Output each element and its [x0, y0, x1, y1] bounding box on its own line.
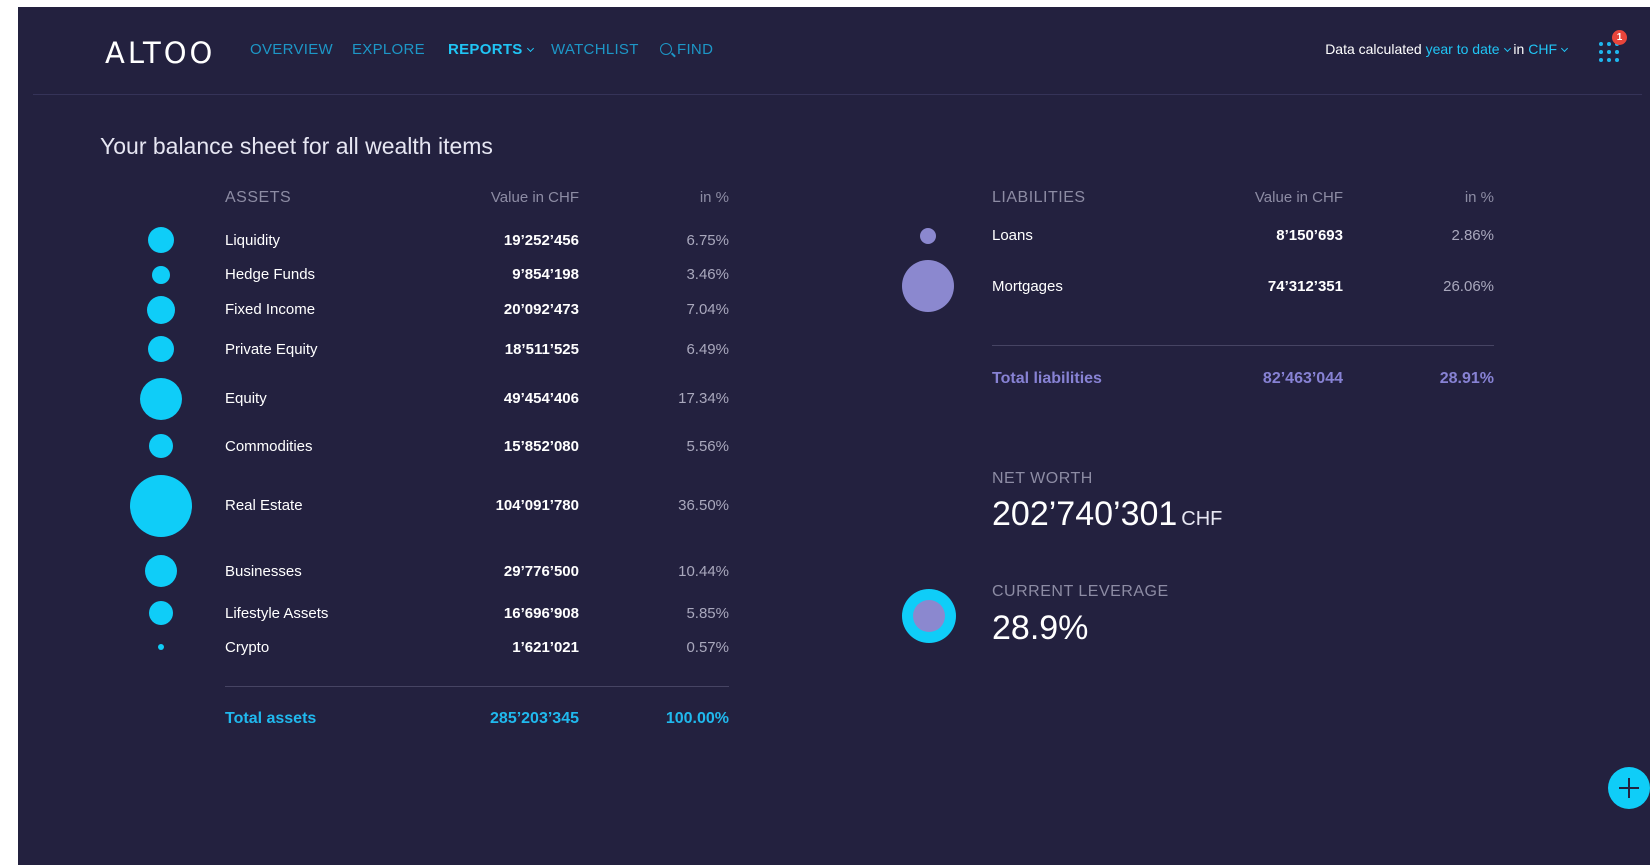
table-row[interactable]: Businesses 29’776’500 10.44% [18, 563, 738, 583]
asset-value: 1’621’021 [512, 639, 579, 656]
asset-name: Private Equity [225, 341, 318, 358]
nav-overview[interactable]: OVERVIEW [250, 41, 333, 58]
net-worth-value: 202’740’301 [992, 495, 1178, 533]
nav-watchlist[interactable]: WATCHLIST [551, 41, 639, 58]
leverage-donut-inner [913, 600, 945, 632]
total-liabilities-pct: 28.91% [1439, 370, 1494, 387]
asset-pct: 5.85% [686, 605, 729, 622]
total-assets-label: Total assets [225, 710, 317, 727]
calc-prefix: Data calculated [1325, 41, 1422, 57]
chevron-down-icon [1503, 44, 1511, 53]
asset-pct: 7.04% [686, 301, 729, 318]
table-row[interactable]: Private Equity 18’511’525 6.49% [18, 341, 738, 361]
nav-reports[interactable]: REPORTS [448, 41, 534, 58]
liabilities-pct-header: in % [1464, 189, 1494, 206]
table-row[interactable]: Real Estate 104’091’780 36.50% [18, 497, 738, 517]
asset-value: 18’511’525 [504, 341, 579, 358]
asset-pct: 6.49% [686, 341, 729, 358]
liabilities-total-divider [992, 345, 1494, 346]
chevron-down-icon [1560, 44, 1569, 53]
liability-value: 8’150’693 [1276, 227, 1343, 244]
asset-name: Crypto [225, 639, 270, 656]
asset-name: Real Estate [225, 497, 303, 514]
assets-pct-header: in % [699, 189, 729, 206]
table-row[interactable]: Mortgages 74’312’351 26.06% [18, 278, 1518, 298]
nav-find-label: FIND [677, 41, 714, 58]
liability-value: 74’312’351 [1267, 278, 1343, 295]
asset-name: Lifestyle Assets [225, 605, 329, 622]
notification-badge[interactable]: 1 [1612, 30, 1627, 45]
net-worth-label: NET WORTH [992, 470, 1093, 487]
asset-pct: 10.44% [678, 563, 729, 580]
total-liabilities-label: Total liabilities [992, 370, 1102, 387]
leverage-donut [902, 589, 956, 643]
asset-name: Equity [225, 390, 267, 407]
total-assets-value: 285’203’345 [490, 710, 579, 727]
search-icon [660, 43, 672, 55]
data-calculation-settings: Data calculated year to date in CHF [1325, 41, 1569, 57]
asset-value: 49’454’406 [503, 390, 579, 407]
nav-find[interactable]: FIND [660, 41, 713, 58]
page-title: Your balance sheet for all wealth items [100, 133, 493, 159]
chevron-down-icon [526, 44, 534, 53]
nav-reports-label: REPORTS [448, 41, 523, 58]
liabilities-value-header: Value in CHF [1254, 189, 1343, 206]
current-leverage-value: 28.9% [992, 609, 1089, 647]
currency-select-label: CHF [1528, 41, 1557, 57]
asset-value: 16’696’908 [503, 605, 579, 622]
asset-value: 29’776’500 [503, 563, 579, 580]
total-assets-pct: 100.00% [665, 710, 729, 727]
liabilities-heading: LIABILITIES [992, 189, 1086, 206]
assets-total-divider [225, 686, 729, 687]
asset-name: Commodities [225, 438, 313, 455]
asset-name: Businesses [225, 563, 302, 580]
asset-pct: 0.57% [686, 639, 729, 656]
asset-name: Fixed Income [225, 301, 316, 318]
table-row[interactable]: Commodities 15’852’080 5.56% [18, 438, 738, 458]
asset-value: 15’852’080 [503, 438, 579, 455]
table-row[interactable]: Equity 49’454’406 17.34% [18, 390, 738, 410]
liability-pct: 26.06% [1443, 278, 1494, 295]
net-worth-unit: CHF [1181, 508, 1223, 530]
table-row[interactable]: Loans 8’150’693 2.86% [18, 227, 1518, 247]
assets-value-header: Value in CHF [490, 189, 579, 206]
table-row[interactable]: Fixed Income 20’092’473 7.04% [18, 301, 738, 321]
net-worth-value-group: 202’740’301 CHF [992, 495, 1222, 534]
currency-select[interactable]: CHF [1528, 41, 1569, 57]
app-window: ALTOO OVERVIEW EXPLORE REPORTS WATCHLIST… [18, 7, 1650, 865]
asset-value: 104’091’780 [495, 497, 579, 514]
assets-heading: ASSETS [225, 189, 292, 206]
asset-pct: 5.56% [686, 438, 729, 455]
table-row[interactable]: Lifestyle Assets 16’696’908 5.85% [18, 605, 738, 625]
liability-name: Loans [992, 227, 1033, 244]
period-select[interactable]: year to date [1425, 41, 1511, 57]
calc-in: in [1513, 41, 1525, 57]
total-liabilities-value: 82’463’044 [1262, 370, 1343, 387]
nav-explore[interactable]: EXPLORE [352, 41, 425, 58]
period-select-label: year to date [1425, 41, 1500, 57]
liability-name: Mortgages [992, 278, 1063, 295]
liability-pct: 2.86% [1451, 227, 1494, 244]
altoo-logo[interactable]: ALTOO [105, 36, 215, 70]
header-divider [33, 94, 1642, 95]
add-plus-button[interactable] [1608, 767, 1650, 809]
current-leverage-label: CURRENT LEVERAGE [992, 583, 1169, 600]
asset-pct: 36.50% [678, 497, 729, 514]
asset-value: 20’092’473 [503, 301, 579, 318]
table-row[interactable]: Crypto 1’621’021 0.57% [18, 639, 738, 659]
asset-pct: 17.34% [678, 390, 729, 407]
